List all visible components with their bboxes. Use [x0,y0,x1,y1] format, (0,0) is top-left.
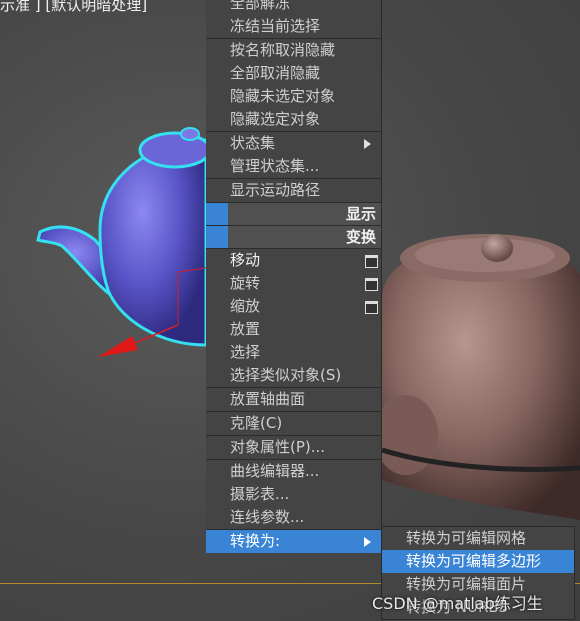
menu-item-select-similar[interactable]: 选择类似对象(S) [206,364,381,387]
blue-teapot[interactable] [36,127,212,347]
marble-teapot[interactable] [374,234,580,520]
menu-item-convert-to[interactable]: 转换为: [206,529,381,553]
submenu-item-editable-poly[interactable]: 转换为可编辑多边形 [382,550,574,573]
menu-item-place-pivot-surface[interactable]: 放置轴曲面 [206,387,381,411]
submenu-item-editable-mesh[interactable]: 转换为可编辑网格 [382,527,574,550]
submenu-arrow-icon [364,139,371,149]
settings-box-icon[interactable] [365,278,378,291]
menu-item-unfreeze-all[interactable]: 全部解冻 [206,0,381,15]
settings-box-icon[interactable] [365,255,378,268]
menu-item-wire-parameters[interactable]: 连线参数... [206,506,381,529]
menu-item-place[interactable]: 放置 [206,318,381,341]
menu-item-hide-selection[interactable]: 隐藏选定对象 [206,108,381,131]
viewport[interactable]: 示准 ] [默认明暗处理] 全部解冻 冻结当前选择 按名称取消隐藏 全部取消隐藏… [0,0,580,621]
section-title-display: 显示 [206,202,381,225]
menu-item-rotate[interactable]: 旋转 [206,272,381,295]
menu-item-move[interactable]: 移动 [206,248,381,272]
watermark: CSDN @matlab练习生 [372,594,543,613]
menu-item-object-properties[interactable]: 对象属性(P)... [206,435,381,459]
menu-item-unhide-by-name[interactable]: 按名称取消隐藏 [206,38,381,62]
menu-item-manage-state-sets[interactable]: 管理状态集... [206,155,381,178]
menu-item-select[interactable]: 选择 [206,341,381,364]
menu-item-hide-unselected[interactable]: 隐藏未选定对象 [206,85,381,108]
menu-item-curve-editor[interactable]: 曲线编辑器... [206,459,381,483]
menu-item-scale[interactable]: 缩放 [206,295,381,318]
quad-menu: 全部解冻 冻结当前选择 按名称取消隐藏 全部取消隐藏 隐藏未选定对象 隐藏选定对… [206,0,382,553]
section-title-transform: 变换 [206,225,381,248]
settings-box-icon[interactable] [365,301,378,314]
menu-item-display-trajectory[interactable]: 显示运动路径 [206,178,381,202]
menu-item-state-sets[interactable]: 状态集 [206,131,381,155]
quad-color-block [206,203,228,225]
submenu-arrow-icon [364,537,371,547]
menu-item-dope-sheet[interactable]: 摄影表... [206,483,381,506]
menu-item-clone[interactable]: 克隆(C) [206,411,381,435]
quad-color-block [206,226,228,248]
menu-item-unhide-all[interactable]: 全部取消隐藏 [206,62,381,85]
menu-item-freeze-selection[interactable]: 冻结当前选择 [206,15,381,38]
